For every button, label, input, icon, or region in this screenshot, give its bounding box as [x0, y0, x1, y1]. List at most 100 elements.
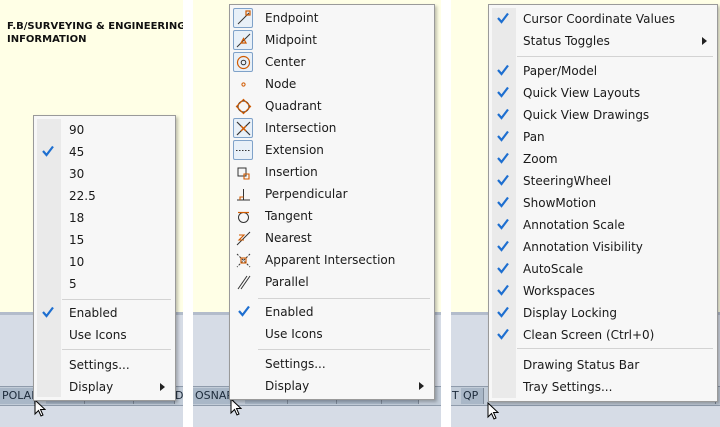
menu-item-label: Display [69, 380, 114, 394]
tray-item-zoom[interactable]: Zoom [489, 148, 717, 170]
menu-separator [258, 298, 430, 299]
checkmark-icon [497, 218, 509, 230]
checkmark-icon [497, 196, 509, 208]
osnap-item-midpoint[interactable]: Midpoint [230, 29, 434, 51]
quadrant-icon [233, 96, 253, 116]
menu-separator [258, 349, 430, 350]
osnap-item-quadrant[interactable]: Quadrant [230, 95, 434, 117]
menu-item-label: Clean Screen (Ctrl+0) [523, 328, 655, 342]
polar-angle-item-18[interactable]: 18 [34, 207, 175, 229]
menu-item-label: Display Locking [523, 306, 617, 320]
polar-angle-item-22-5[interactable]: 22.5 [34, 185, 175, 207]
document-title-line1: F.B/SURVEYING & ENGINEERING DESIGNING [7, 21, 183, 32]
cursor-coordinate-values-item[interactable]: Cursor Coordinate Values [489, 8, 717, 30]
panel-tray: T QP Cursor Coordinate Values Status Togg… [451, 0, 720, 427]
osnap-use-icons-item[interactable]: Use Icons [230, 323, 434, 345]
midpoint-icon [233, 30, 253, 50]
menu-item-label: Settings... [265, 357, 326, 371]
tray-item-clean-screen-ctrl-0[interactable]: Clean Screen (Ctrl+0) [489, 324, 717, 346]
tray-item-paper-model[interactable]: Paper/Model [489, 60, 717, 82]
checkmark-icon [497, 152, 509, 164]
osnap-item-endpoint[interactable]: Endpoint [230, 7, 434, 29]
osnap-item-extension[interactable]: Extension [230, 139, 434, 161]
mouse-cursor-icon [230, 398, 242, 416]
menu-item-label: Zoom [523, 152, 558, 166]
checkmark-icon [42, 145, 54, 157]
polar-angle-item-30[interactable]: 30 [34, 163, 175, 185]
menu-item-label: AutoScale [523, 262, 584, 276]
menu-item-label: Pan [523, 130, 545, 144]
osnap-item-insertion[interactable]: Insertion [230, 161, 434, 183]
status-toggles-item[interactable]: Status Toggles [489, 30, 717, 52]
polar-display-item[interactable]: Display [34, 376, 175, 398]
checkmark-icon [497, 12, 509, 24]
tray-item-autoscale[interactable]: AutoScale [489, 258, 717, 280]
checkmark-icon [497, 174, 509, 186]
osnap-display-item[interactable]: Display [230, 375, 434, 397]
submenu-arrow-icon [702, 37, 707, 45]
osnap-enabled-item[interactable]: Enabled [230, 301, 434, 323]
polar-angle-item-15[interactable]: 15 [34, 229, 175, 251]
osnap-settings-item[interactable]: Settings... [230, 353, 434, 375]
osnap-item-intersection[interactable]: Intersection [230, 117, 434, 139]
menu-item-label: Settings... [69, 358, 130, 372]
menu-item-label: Workspaces [523, 284, 595, 298]
checkmark-icon [497, 284, 509, 296]
osnap-item-node[interactable]: Node [230, 73, 434, 95]
polar-angle-item-10[interactable]: 10 [34, 251, 175, 273]
menu-item-label: Annotation Visibility [523, 240, 643, 254]
osnap-item-apparent-intersection[interactable]: Apparent Intersection [230, 249, 434, 271]
polar-angle-item-45[interactable]: 45 [34, 141, 175, 163]
osnap-item-parallel[interactable]: Parallel [230, 271, 434, 293]
tray-item-quick-view-drawings[interactable]: Quick View Drawings [489, 104, 717, 126]
polar-angle-item-5[interactable]: 5 [34, 273, 175, 295]
endpoint-icon [233, 8, 253, 28]
checkmark-icon [238, 305, 250, 317]
osnap-item-center[interactable]: Center [230, 51, 434, 73]
osnap-item-tangent[interactable]: Tangent [230, 205, 434, 227]
menu-item-label: Use Icons [69, 328, 127, 342]
menu-item-label: 10 [69, 255, 85, 269]
drawing-status-bar-item[interactable]: Drawing Status Bar [489, 354, 717, 376]
tray-item-annotation-visibility[interactable]: Annotation Visibility [489, 236, 717, 258]
menu-item-label: 5 [69, 277, 77, 291]
tray-item-workspaces[interactable]: Workspaces [489, 280, 717, 302]
menu-item-label: SteeringWheel [523, 174, 612, 188]
intersection-icon [233, 118, 253, 138]
tray-item-pan[interactable]: Pan [489, 126, 717, 148]
osnap-item-perpendicular[interactable]: Perpendicular [230, 183, 434, 205]
menu-item-label: Enabled [265, 305, 314, 319]
polar-settings-item[interactable]: Settings... [34, 354, 175, 376]
menu-item-label: Tangent [265, 209, 313, 223]
menu-item-label: Cursor Coordinate Values [523, 12, 676, 26]
polar-enabled-item[interactable]: Enabled [34, 302, 175, 324]
tray-item-steeringwheel[interactable]: SteeringWheel [489, 170, 717, 192]
tray-item-annotation-scale[interactable]: Annotation Scale [489, 214, 717, 236]
quick-properties-toggle-label: QP [463, 389, 479, 402]
menu-item-label: Drawing Status Bar [523, 358, 640, 372]
tray-item-showmotion[interactable]: ShowMotion [489, 192, 717, 214]
tray-item-quick-view-layouts[interactable]: Quick View Layouts [489, 82, 717, 104]
menu-item-label: 22.5 [69, 189, 96, 203]
checkmark-icon [497, 328, 509, 340]
apparent-intersection-icon [233, 250, 253, 270]
menu-item-label: Quick View Layouts [523, 86, 641, 100]
status-tray-label: D [175, 389, 183, 402]
parallel-icon [233, 272, 253, 292]
menu-item-label: ShowMotion [523, 196, 597, 210]
insertion-icon [233, 162, 253, 182]
polar-use-icons-item[interactable]: Use Icons [34, 324, 175, 346]
menu-item-label: Quick View Drawings [523, 108, 650, 122]
menu-item-label: Perpendicular [265, 187, 348, 201]
osnap-item-nearest[interactable]: Nearest [230, 227, 434, 249]
panel-polar: F.B/SURVEYING & ENGINEERING DESIGNING IN… [0, 0, 183, 427]
tray-item-display-locking[interactable]: Display Locking [489, 302, 717, 324]
polar-angle-item-90[interactable]: 90 [34, 119, 175, 141]
menu-item-label: Display [265, 379, 310, 393]
menu-item-label: 18 [69, 211, 85, 225]
menu-item-label: Insertion [265, 165, 318, 179]
tray-settings-item[interactable]: Tray Settings... [489, 376, 717, 398]
menu-item-label: Tray Settings... [523, 380, 613, 394]
document-title: F.B/SURVEYING & ENGINEERING DESIGNING IN… [7, 20, 183, 46]
menu-item-label: Center [265, 55, 306, 69]
